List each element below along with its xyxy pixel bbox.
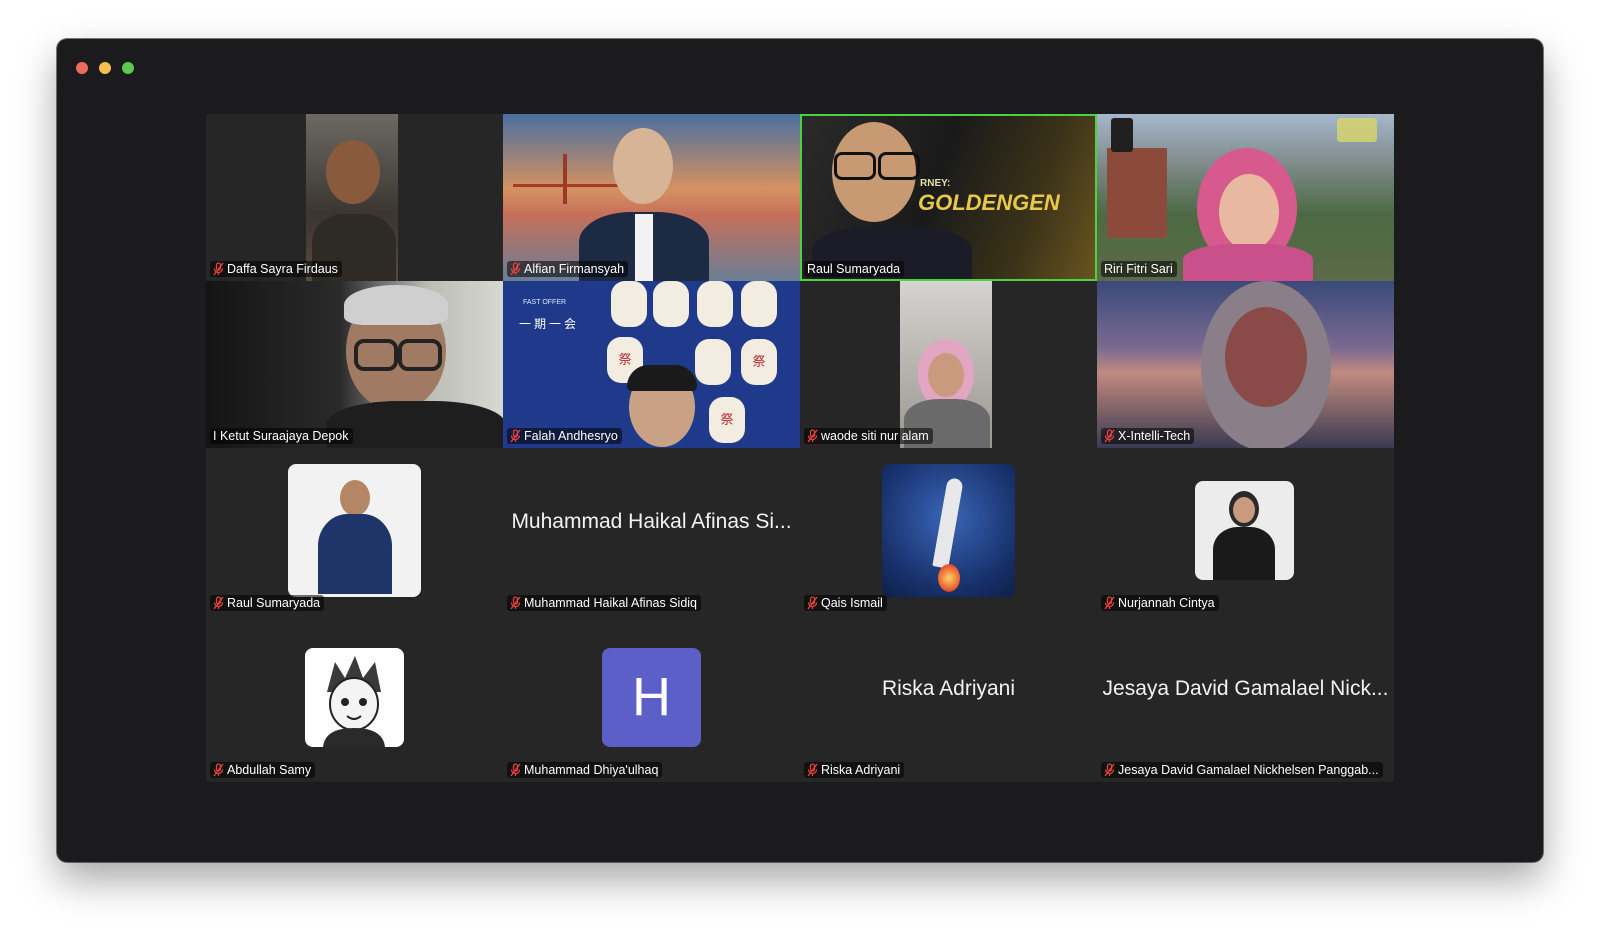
name-label: Muhammad Dhiya'ulhaq bbox=[507, 762, 663, 778]
participant-display-name: Muhammad Haikal Afinas Si... bbox=[511, 510, 792, 533]
name-label: Raul Sumaryada bbox=[804, 261, 905, 277]
participant-display-name: Riska Adriyani bbox=[881, 677, 1016, 700]
participant-tile[interactable]: Alfian Firmansyah bbox=[503, 114, 800, 281]
name-label: Muhammad Haikal Afinas Sidiq bbox=[507, 595, 701, 611]
participant-tile[interactable]: Riri Fitri Sari bbox=[1097, 114, 1394, 281]
muted-mic-icon bbox=[510, 763, 521, 777]
muted-mic-icon bbox=[1104, 429, 1115, 443]
background-text-small: FAST OFFER bbox=[523, 299, 567, 306]
gallery-grid: Daffa Sayra Firdaus Alfian Firmansyah RN… bbox=[206, 114, 1396, 784]
background-text-small: RNEY: bbox=[920, 178, 951, 189]
participant-name: Alfian Firmansyah bbox=[524, 262, 625, 276]
background-text: GOLDENGEN bbox=[918, 190, 1060, 215]
participant-tile[interactable]: Jesaya David Gamalael Nick... Jesaya Dav… bbox=[1097, 615, 1394, 782]
participant-name: X-Intelli-Tech bbox=[1118, 429, 1191, 443]
name-label: Daffa Sayra Firdaus bbox=[210, 261, 342, 277]
name-label: Jesaya David Gamalael Nickhelsen Panggab… bbox=[1101, 762, 1383, 778]
participant-tile-active-speaker[interactable]: RNEY: GOLDENGEN Raul Sumaryada bbox=[800, 114, 1097, 281]
participant-tile[interactable]: H Muhammad Dhiya'ulhaq bbox=[503, 615, 800, 782]
background-text: 一期一会 bbox=[519, 317, 580, 331]
participant-tile[interactable]: Daffa Sayra Firdaus bbox=[206, 114, 503, 281]
participant-tile[interactable]: FAST OFFER 一期一会 祭 祭 祭 Falah Andhesryo bbox=[503, 281, 800, 448]
participant-name: Raul Sumaryada bbox=[807, 262, 901, 276]
name-label: Nurjannah Cintya bbox=[1101, 595, 1219, 611]
name-label: Riska Adriyani bbox=[804, 762, 905, 778]
muted-mic-icon bbox=[510, 262, 521, 276]
muted-mic-icon bbox=[213, 262, 224, 276]
participant-video bbox=[1097, 281, 1394, 448]
participant-name: waode siti nur alam bbox=[821, 429, 929, 443]
initial-avatar: H bbox=[602, 648, 701, 747]
participant-tile[interactable]: waode siti nur alam bbox=[800, 281, 1097, 448]
participant-video bbox=[306, 114, 398, 281]
participant-name: Falah Andhesryo bbox=[524, 429, 618, 443]
participant-name: Riri Fitri Sari bbox=[1104, 262, 1173, 276]
participant-tile[interactable]: Qais Ismail bbox=[800, 448, 1097, 615]
participant-video: FAST OFFER 一期一会 祭 祭 祭 bbox=[503, 281, 800, 448]
name-label: I Ketut Suraajaya Depok bbox=[210, 428, 353, 444]
lantern-text: 祭 bbox=[741, 339, 777, 385]
participant-video bbox=[206, 281, 503, 448]
profile-picture bbox=[1195, 481, 1294, 580]
participant-name: Qais Ismail bbox=[821, 596, 883, 610]
participant-video bbox=[503, 114, 800, 281]
close-window-button[interactable] bbox=[76, 62, 88, 74]
muted-mic-icon bbox=[510, 429, 521, 443]
name-label: Qais Ismail bbox=[804, 595, 887, 611]
participant-name: Abdullah Samy bbox=[227, 763, 312, 777]
participant-tile[interactable]: Muhammad Haikal Afinas Si... Muhammad Ha… bbox=[503, 448, 800, 615]
participant-video: RNEY: GOLDENGEN bbox=[802, 116, 1095, 279]
participant-name: Raul Sumaryada bbox=[227, 596, 321, 610]
lantern-text: 祭 bbox=[709, 397, 745, 443]
meeting-window: Daffa Sayra Firdaus Alfian Firmansyah RN… bbox=[57, 39, 1543, 862]
name-label: Abdullah Samy bbox=[210, 762, 316, 778]
participant-tile[interactable]: Nurjannah Cintya bbox=[1097, 448, 1394, 615]
name-label: waode siti nur alam bbox=[804, 428, 933, 444]
muted-mic-icon bbox=[1104, 596, 1115, 610]
participant-tile[interactable]: Abdullah Samy bbox=[206, 615, 503, 782]
participant-tile[interactable]: Raul Sumaryada bbox=[206, 448, 503, 615]
minimize-window-button[interactable] bbox=[99, 62, 111, 74]
muted-mic-icon bbox=[1104, 763, 1115, 777]
participant-name: Muhammad Dhiya'ulhaq bbox=[524, 763, 659, 777]
name-label: X-Intelli-Tech bbox=[1101, 428, 1195, 444]
muted-mic-icon bbox=[807, 763, 818, 777]
participant-name: I Ketut Suraajaya Depok bbox=[213, 429, 349, 443]
participant-tile[interactable]: I Ketut Suraajaya Depok bbox=[206, 281, 503, 448]
muted-mic-icon bbox=[807, 596, 818, 610]
participant-name: Daffa Sayra Firdaus bbox=[227, 262, 338, 276]
muted-mic-icon bbox=[213, 763, 224, 777]
muted-mic-icon bbox=[807, 429, 818, 443]
name-label: Riri Fitri Sari bbox=[1101, 261, 1177, 277]
name-label: Alfian Firmansyah bbox=[507, 261, 629, 277]
profile-picture bbox=[288, 464, 421, 597]
zoom-window-button[interactable] bbox=[122, 62, 134, 74]
participant-video bbox=[1097, 114, 1394, 281]
participant-name: Riska Adriyani bbox=[821, 763, 901, 777]
anime-avatar-illustration bbox=[323, 656, 385, 747]
participant-name: Jesaya David Gamalael Nickhelsen Panggab… bbox=[1118, 763, 1379, 777]
name-label: Falah Andhesryo bbox=[507, 428, 622, 444]
participant-display-name: Jesaya David Gamalael Nick... bbox=[1102, 677, 1389, 700]
profile-picture bbox=[305, 648, 404, 747]
participant-name: Nurjannah Cintya bbox=[1118, 596, 1215, 610]
participant-video bbox=[900, 281, 992, 448]
name-label: Raul Sumaryada bbox=[210, 595, 325, 611]
profile-picture bbox=[882, 464, 1015, 597]
participant-name: Muhammad Haikal Afinas Sidiq bbox=[524, 596, 697, 610]
muted-mic-icon bbox=[213, 596, 224, 610]
participant-tile[interactable]: X-Intelli-Tech bbox=[1097, 281, 1394, 448]
muted-mic-icon bbox=[510, 596, 521, 610]
participant-tile[interactable]: Riska Adriyani Riska Adriyani bbox=[800, 615, 1097, 782]
